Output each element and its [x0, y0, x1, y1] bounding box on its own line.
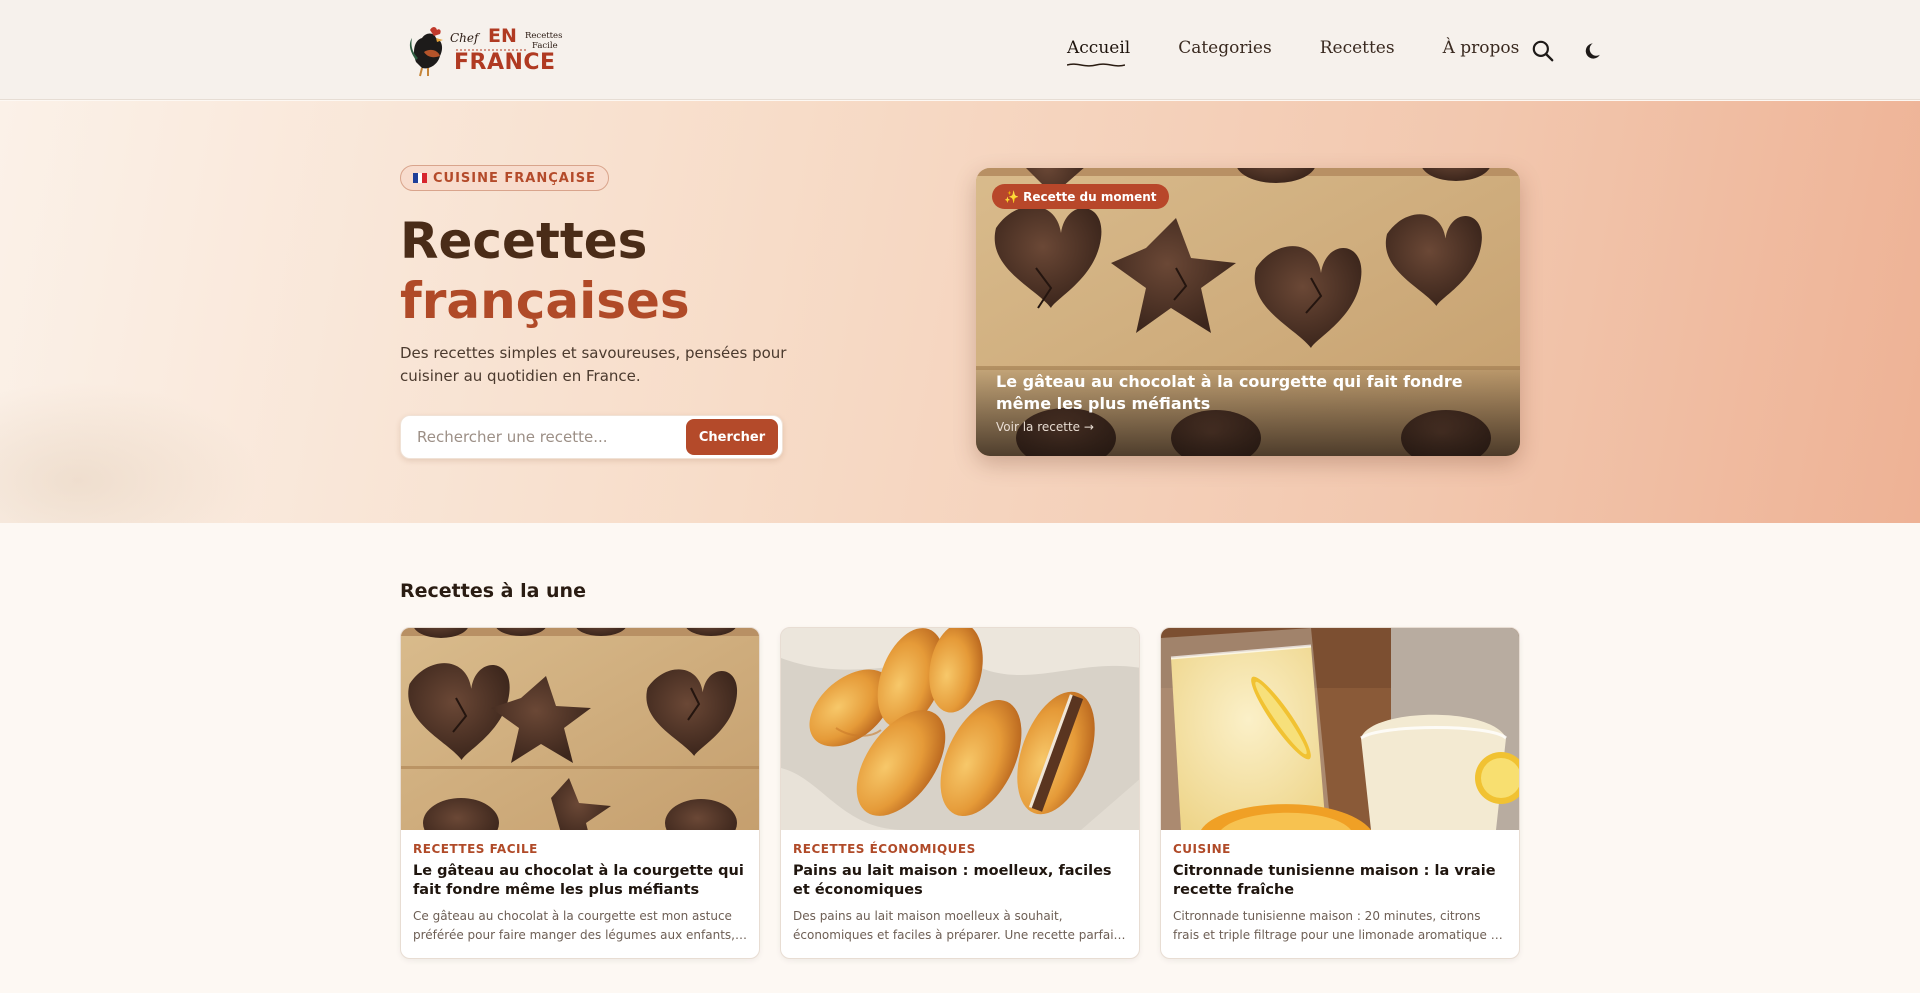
nav-item-recettes[interactable]: Recettes	[1320, 38, 1395, 58]
search-icon[interactable]	[1530, 38, 1556, 64]
recipe-title: Pains au lait maison : moelleux, faciles…	[793, 863, 1112, 898]
recipe-card[interactable]: RECETTES ÉCONOMIQUES Pains au lait maiso…	[780, 627, 1140, 959]
recipe-category: RECETTES ÉCONOMIQUES	[793, 842, 976, 856]
search-input[interactable]	[417, 428, 667, 446]
recipe-description: Ce gâteau au chocolat à la courgette est…	[413, 909, 735, 942]
nav-label: À propos	[1442, 38, 1520, 58]
nav-item-accueil[interactable]: Accueil	[1067, 38, 1131, 67]
hero-title-line2: françaises	[400, 272, 690, 330]
site-header: Chef EN Recettes Facile FRANCE Accueil C…	[0, 0, 1920, 100]
recipe-card-image	[401, 628, 759, 830]
nav-label: Categories	[1178, 38, 1272, 58]
recipe-card-image	[781, 628, 1139, 830]
section-title: Recettes à la une	[400, 580, 586, 602]
nav-label: Accueil	[1067, 38, 1131, 58]
logo-recettes-text: Recettes	[525, 31, 562, 41]
recipe-category: RECETTES FACILE	[413, 842, 538, 856]
recipe-description: Citronnade tunisienne maison : 20 minute…	[1173, 909, 1503, 942]
recipe-card[interactable]: RECETTES FACILE Le gâteau au chocolat à …	[400, 627, 760, 959]
recipe-title: Le gâteau au chocolat à la courgette qui…	[413, 863, 744, 898]
recipe-description: Des pains au lait maison moelleux à souh…	[793, 909, 1126, 942]
logo-chef-text: Chef	[450, 31, 481, 45]
nav-item-a-propos[interactable]: À propos	[1443, 38, 1520, 58]
site-logo[interactable]: Chef EN Recettes Facile FRANCE	[408, 22, 568, 78]
featured-title: Le gâteau au chocolat à la courgette qui…	[996, 372, 1463, 413]
logo-france-text: FRANCE	[454, 50, 556, 75]
nav-item-categories[interactable]: Categories	[1178, 38, 1272, 58]
nav-label: Recettes	[1319, 38, 1395, 58]
recipe-card-image	[1161, 628, 1519, 830]
recipe-title: Citronnade tunisienne maison : la vraie …	[1173, 863, 1496, 898]
recipe-category: CUISINE	[1173, 842, 1231, 856]
hero-title-line1: Recettes	[400, 212, 648, 270]
badge-label: CUISINE FRANÇAISE	[433, 170, 596, 186]
active-underline	[1067, 63, 1125, 67]
hero-search: Chercher	[400, 415, 783, 459]
cuisine-badge: CUISINE FRANÇAISE	[400, 165, 609, 191]
search-button[interactable]: Chercher	[686, 419, 778, 455]
featured-link[interactable]: Voir la recette →	[996, 420, 1094, 434]
moon-icon[interactable]	[1582, 38, 1608, 64]
featured-tag: ✨ Recette du moment	[992, 184, 1169, 209]
rooster-icon	[409, 27, 443, 77]
featured-recipe-card[interactable]: ✨ Recette du moment Le gâteau au chocola…	[976, 168, 1520, 456]
logo-en-text: EN	[488, 25, 517, 47]
recipe-card[interactable]: CUISINE Citronnade tunisienne maison : l…	[1160, 627, 1520, 959]
hero-description: Des recettes simples et savoureuses, pen…	[400, 344, 787, 385]
main-nav: Accueil Categories Recettes À propos	[1067, 38, 1567, 67]
hero-section: CUISINE FRANÇAISE Recettes françaises	[0, 101, 1920, 523]
french-flag-icon	[413, 173, 428, 183]
hero-title: Recettes françaises	[400, 211, 690, 331]
